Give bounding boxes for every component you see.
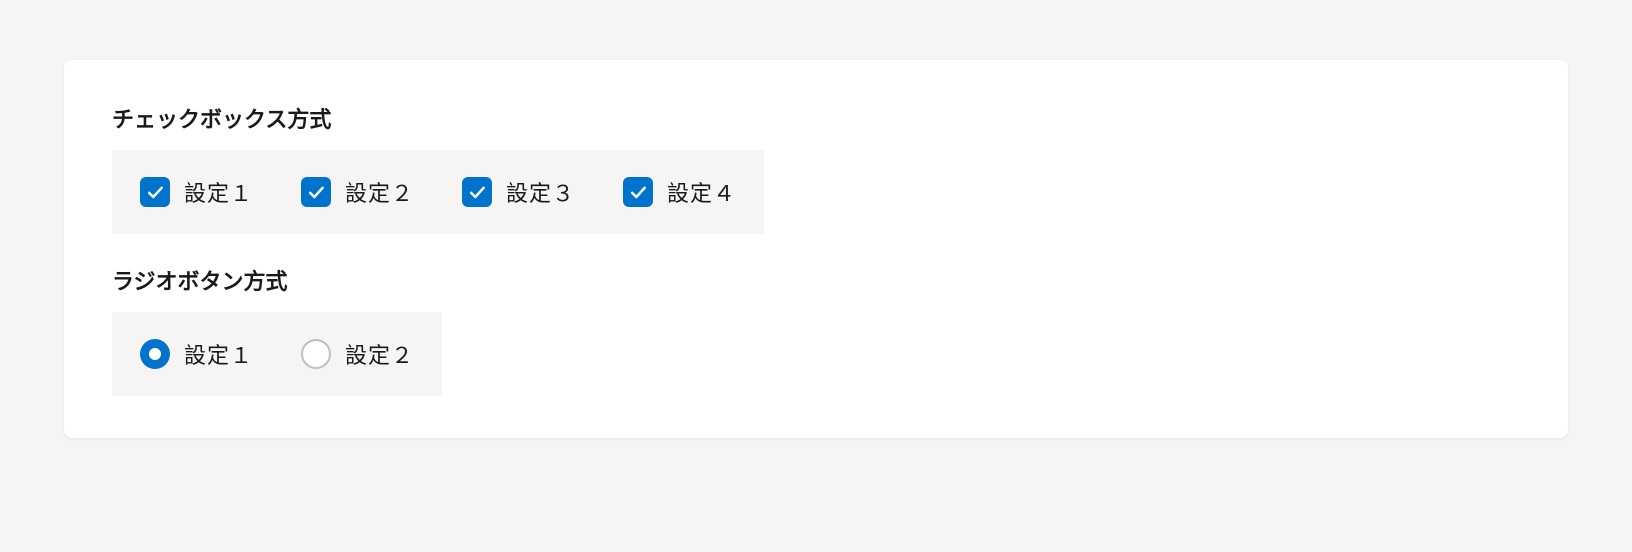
checkbox-label: 設定２ bbox=[345, 176, 414, 208]
checkbox-label: 設定３ bbox=[506, 176, 575, 208]
checkbox-option-3[interactable]: 設定３ bbox=[462, 176, 575, 208]
checkbox-label: 設定１ bbox=[184, 176, 253, 208]
radio-section-title: ラジオボタン方式 bbox=[112, 264, 1520, 296]
checkbox-option-1[interactable]: 設定１ bbox=[140, 176, 253, 208]
checkbox-label: 設定４ bbox=[667, 176, 736, 208]
radio-option-1[interactable]: 設定１ bbox=[140, 338, 253, 370]
checkbox-option-4[interactable]: 設定４ bbox=[623, 176, 736, 208]
checkbox-section: チェックボックス方式 設定１ 設定２ 設定３ bbox=[112, 102, 1520, 234]
checkbox-icon bbox=[462, 177, 492, 207]
checkbox-option-2[interactable]: 設定２ bbox=[301, 176, 414, 208]
radio-icon bbox=[301, 339, 331, 369]
radio-label: 設定２ bbox=[345, 338, 414, 370]
radio-icon bbox=[140, 339, 170, 369]
radio-section: ラジオボタン方式 設定１ 設定２ bbox=[112, 264, 1520, 396]
checkbox-section-title: チェックボックス方式 bbox=[112, 102, 1520, 134]
checkbox-icon bbox=[301, 177, 331, 207]
radio-option-2[interactable]: 設定２ bbox=[301, 338, 414, 370]
checkbox-group: 設定１ 設定２ 設定３ 設定４ bbox=[112, 150, 764, 234]
radio-label: 設定１ bbox=[184, 338, 253, 370]
settings-card: チェックボックス方式 設定１ 設定２ 設定３ bbox=[64, 60, 1568, 438]
radio-group: 設定１ 設定２ bbox=[112, 312, 442, 396]
checkbox-icon bbox=[140, 177, 170, 207]
checkbox-icon bbox=[623, 177, 653, 207]
